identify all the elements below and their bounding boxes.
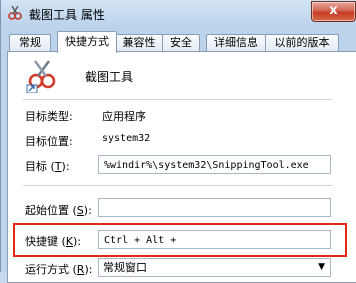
tab-security[interactable]: 安全 [162, 34, 200, 52]
properties-window: 截图工具 属性 x 常规 快捷方式 兼容性 安全 详细信息 以前的版本 截图工具… [0, 0, 356, 283]
snipping-tool-icon [26, 60, 56, 93]
target-location-label: 目标位置: [25, 135, 73, 148]
run-mode-select[interactable]: 常规窗口 ▼ [98, 258, 331, 277]
window-title: 截图工具 属性 [29, 8, 105, 22]
target-type-value: 应用程序 [102, 110, 146, 123]
close-button[interactable]: x [311, 1, 356, 22]
tab-compatibility[interactable]: 兼容性 [115, 34, 163, 52]
run-mode-value: 常规窗口 [103, 261, 147, 274]
dropdown-arrow-icon: ▼ [318, 262, 325, 272]
tab-shortcut[interactable]: 快捷方式 [57, 31, 117, 53]
target-location-value: system32 [102, 133, 151, 144]
shortcut-key-label: 快捷键 (K): [25, 235, 82, 248]
scissors-icon [8, 5, 22, 20]
start-in-input[interactable] [98, 198, 331, 217]
tab-general[interactable]: 常规 [9, 34, 51, 52]
separator [23, 185, 333, 186]
target-type-label: 目标类型: [25, 110, 73, 123]
app-name: 截图工具 [85, 70, 134, 84]
tab-details[interactable]: 详细信息 [206, 34, 266, 52]
run-label: 运行方式 (R): [25, 263, 93, 276]
separator [23, 99, 333, 100]
title-bar[interactable]: 截图工具 属性 x [1, 0, 356, 27]
target-input[interactable]: %windir%\system32\SnippingTool.exe [98, 155, 331, 174]
tab-strip: 常规 快捷方式 兼容性 安全 详细信息 以前的版本 [9, 31, 356, 53]
tab-previous-versions[interactable]: 以前的版本 [265, 34, 339, 52]
shortcut-key-input[interactable]: Ctrl + Alt + [98, 230, 331, 249]
start-in-label: 起始位置 (S): [25, 204, 92, 217]
target-label: 目标 (T): [25, 160, 70, 173]
